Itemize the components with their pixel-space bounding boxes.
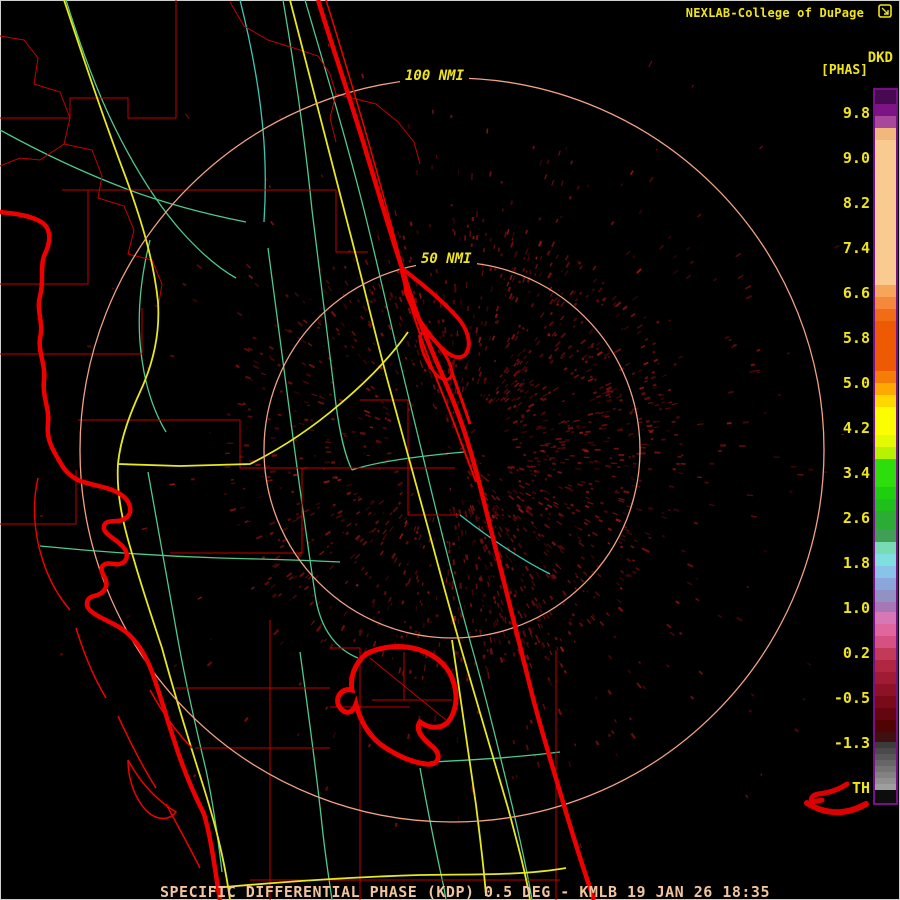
color-scale-tick-label: -1.3 <box>833 734 870 752</box>
site-credit: NEXLAB-College of DuPage <box>685 6 864 20</box>
range-ring-label-100nmi: 100 NMI <box>400 68 470 84</box>
coastline-lines <box>0 0 597 900</box>
color-scale-bar <box>873 88 898 805</box>
color-scale-tick-label: 8.2 <box>842 194 870 212</box>
color-scale-tick-label: 0.2 <box>842 644 870 662</box>
color-scale-tick-label: 1.0 <box>842 599 870 617</box>
resize-box-icon <box>878 4 892 18</box>
color-scale-tick-label: 9.8 <box>842 104 870 122</box>
color-scale-tick-label: 7.4 <box>842 239 870 257</box>
color-scale-tick-label: TH <box>851 779 870 797</box>
radar-display: NEXLAB-College of DuPage DKD [PHAS] 100 … <box>0 0 900 900</box>
color-scale-tick-label: 3.4 <box>842 464 870 482</box>
status-bar: SPECIFIC DIFFERENTIAL PHASE (KDP) 0.5 DE… <box>160 883 770 900</box>
river-lines <box>0 0 561 900</box>
color-scale-tick-label: 5.0 <box>842 374 870 392</box>
color-scale-tick-label: 4.2 <box>842 419 870 437</box>
product-code: DKD <box>867 50 893 66</box>
county-boundary-lines <box>0 0 560 900</box>
product-units: [PHAS] <box>821 63 868 78</box>
range-ring-label-50nmi: 50 NMI <box>416 251 477 267</box>
color-scale-tick-label: 5.8 <box>842 329 870 347</box>
radar-map <box>0 0 848 900</box>
color-scale-tick-label: -0.5 <box>833 689 870 707</box>
color-scale-tick-label: 9.0 <box>842 149 870 167</box>
color-scale-tick-label: 6.6 <box>842 284 870 302</box>
color-scale-tick-label: 1.8 <box>842 554 870 572</box>
color-scale-tick-label: 2.6 <box>842 509 870 527</box>
